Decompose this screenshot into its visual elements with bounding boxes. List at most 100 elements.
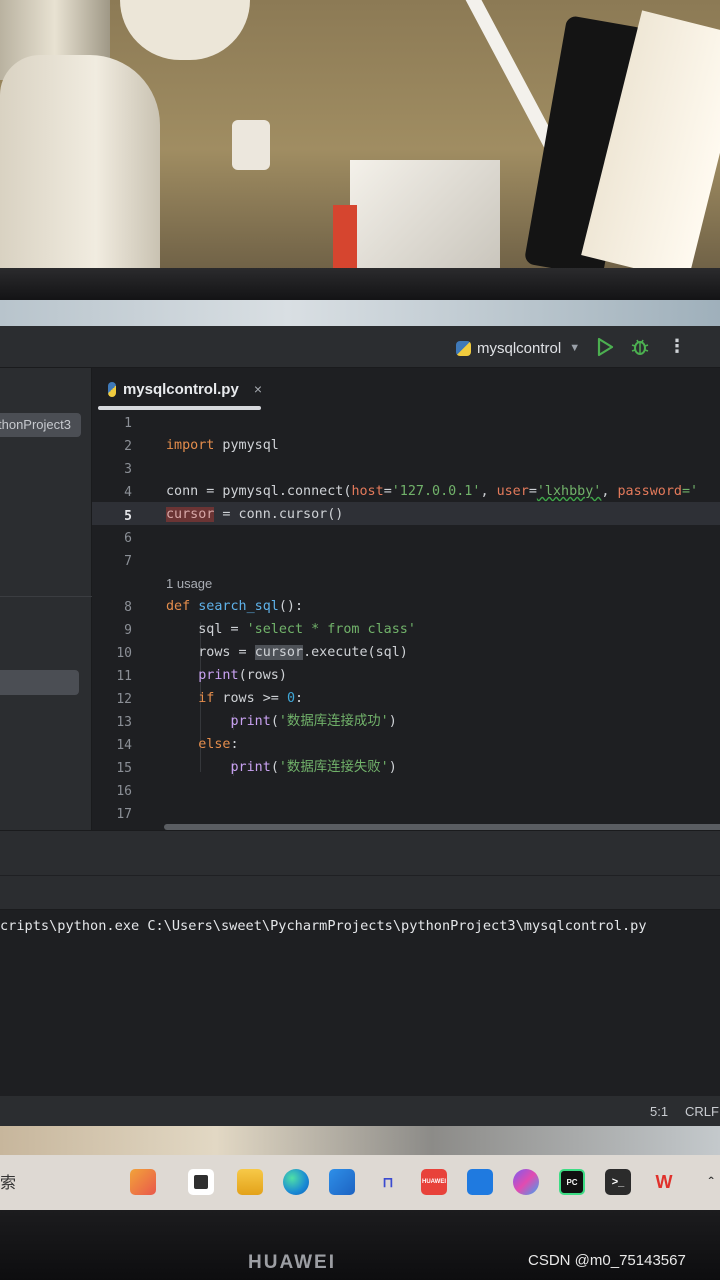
cloud-icon[interactable] [467, 1169, 493, 1195]
code-keyword: else [198, 737, 231, 752]
code-text: .execute(sql) [303, 645, 408, 660]
panel-divider [0, 875, 720, 876]
code-function-name: search_sql [198, 599, 279, 614]
project-root-item[interactable]: thonProject3 [0, 413, 81, 437]
code-text: = [528, 484, 537, 499]
edge-icon[interactable] [283, 1169, 309, 1195]
code-text: ( [270, 760, 279, 775]
code-param: user [496, 484, 529, 499]
tab-mysqlcontrol[interactable]: mysqlcontrol.py × [96, 368, 262, 410]
line-number: 4 [124, 485, 132, 500]
copilot-icon[interactable] [513, 1169, 539, 1195]
desktop-wallpaper-strip [0, 1126, 720, 1158]
more-options-icon[interactable]: ⋮ [668, 337, 686, 357]
sidebar-selected-item[interactable] [0, 670, 79, 695]
line-number: 9 [124, 623, 132, 638]
code-param: host [351, 484, 384, 499]
code-line-15: print('数据库连接失败') [166, 759, 720, 777]
background-lamp-head [120, 0, 250, 60]
code-editor[interactable]: 1 2 3 4 5 6 7 8 9 10 11 12 13 14 15 16 1… [92, 410, 720, 830]
code-text: ) [388, 714, 397, 729]
line-ending[interactable]: CRLF [685, 1104, 719, 1119]
line-number-current: 5 [124, 509, 132, 524]
line-number: 10 [116, 646, 132, 661]
line-number: 8 [124, 600, 132, 615]
line-number: 13 [116, 715, 132, 730]
taskview-icon[interactable] [188, 1169, 214, 1195]
code-line-9: sql = 'select * from class' [166, 621, 720, 639]
code-line-4: conn = pymysql.connect(host='127.0.0.1',… [166, 483, 720, 501]
run-config-label: mysqlcontrol [477, 339, 562, 357]
code-line-10: rows = cursor.execute(sql) [166, 644, 720, 662]
close-icon[interactable]: × [254, 381, 262, 397]
line-number: 16 [116, 784, 132, 799]
line-number: 14 [116, 738, 132, 753]
line-number: 6 [124, 531, 132, 546]
code-string: '127.0.0.1' [391, 484, 481, 499]
code-string: =' [682, 484, 699, 499]
code-param: password [617, 484, 683, 499]
code-text: pymysql [214, 438, 279, 453]
line-number: 7 [124, 554, 132, 569]
wps-icon[interactable]: W [651, 1169, 677, 1195]
editor-tabbar: mysqlcontrol.py × [92, 368, 720, 410]
code-keyword: def [166, 599, 191, 614]
background-red-box [333, 205, 357, 272]
file-explorer-icon[interactable] [237, 1169, 263, 1195]
huawei-app-icon[interactable]: HUAWEI [421, 1169, 447, 1195]
line-number-gutter: 1 2 3 4 5 6 7 8 9 10 11 12 13 14 15 16 1… [92, 410, 162, 830]
monitor-brand-logo: HUAWEI [248, 1252, 336, 1273]
tab-label: mysqlcontrol.py [122, 380, 239, 398]
code-builtin: print [230, 760, 271, 775]
code-builtin: print [230, 714, 271, 729]
run-config-selector[interactable]: mysqlcontrol ▼ [456, 337, 580, 359]
code-line-8: def search_sql(): [166, 598, 720, 616]
chevron-up-icon[interactable]: ˆ [702, 1169, 720, 1195]
run-console[interactable]: cripts\python.exe C:\Users\sweet\Pycharm… [0, 910, 720, 1096]
code-text: : [230, 737, 239, 752]
code-highlighted-identifier: cursor [254, 645, 304, 660]
code-text: = conn.cursor() [214, 507, 344, 522]
taskview-glyph [194, 1175, 208, 1189]
code-text: = [383, 484, 392, 499]
widgets-icon[interactable] [130, 1169, 156, 1195]
code-text: , [480, 484, 497, 499]
debug-bug-icon[interactable] [630, 337, 650, 357]
code-line-12: if rows >= 0: [166, 690, 720, 708]
usage-hint[interactable]: 1 usage [166, 576, 212, 591]
code-text: , [601, 484, 618, 499]
store-icon[interactable] [329, 1169, 355, 1195]
line-number: 1 [124, 416, 132, 431]
caret-position[interactable]: 5:1 [650, 1104, 668, 1119]
line-number: 17 [116, 807, 132, 822]
run-panel-header [0, 830, 720, 910]
run-icon[interactable] [596, 337, 614, 357]
console-command-line: cripts\python.exe C:\Users\sweet\Pycharm… [0, 918, 647, 934]
main-toolbar: mysqlcontrol ▼ ⋮ [0, 326, 720, 368]
chevron-down-icon: ▼ [569, 342, 581, 354]
code-text: ( [270, 714, 279, 729]
code-keyword: if [198, 691, 215, 706]
line-number: 2 [124, 439, 132, 454]
line-number: 3 [124, 462, 132, 477]
taskbar-search[interactable]: 索 [0, 1169, 16, 1193]
pycharm-icon[interactable]: PC [559, 1169, 585, 1195]
code-number: 0 [286, 691, 295, 706]
code-text: rows >= [214, 691, 287, 706]
terminal-icon[interactable]: >_ [605, 1169, 631, 1195]
sidebar-divider [0, 596, 92, 597]
python-file-icon [108, 381, 116, 397]
code-text: (): [278, 599, 304, 614]
background-room-photo [0, 0, 720, 272]
code-line-2: import pymysql [166, 437, 720, 455]
background-lamp [0, 55, 160, 272]
mail-icon[interactable]: ⊓ [375, 1169, 401, 1195]
background-box [350, 160, 500, 272]
python-file-icon [456, 340, 471, 356]
code-line-5: cursor = conn.cursor() [166, 506, 720, 524]
windows-taskbar: 索 ⊓ HUAWEI PC >_ W ˆ [0, 1155, 720, 1210]
